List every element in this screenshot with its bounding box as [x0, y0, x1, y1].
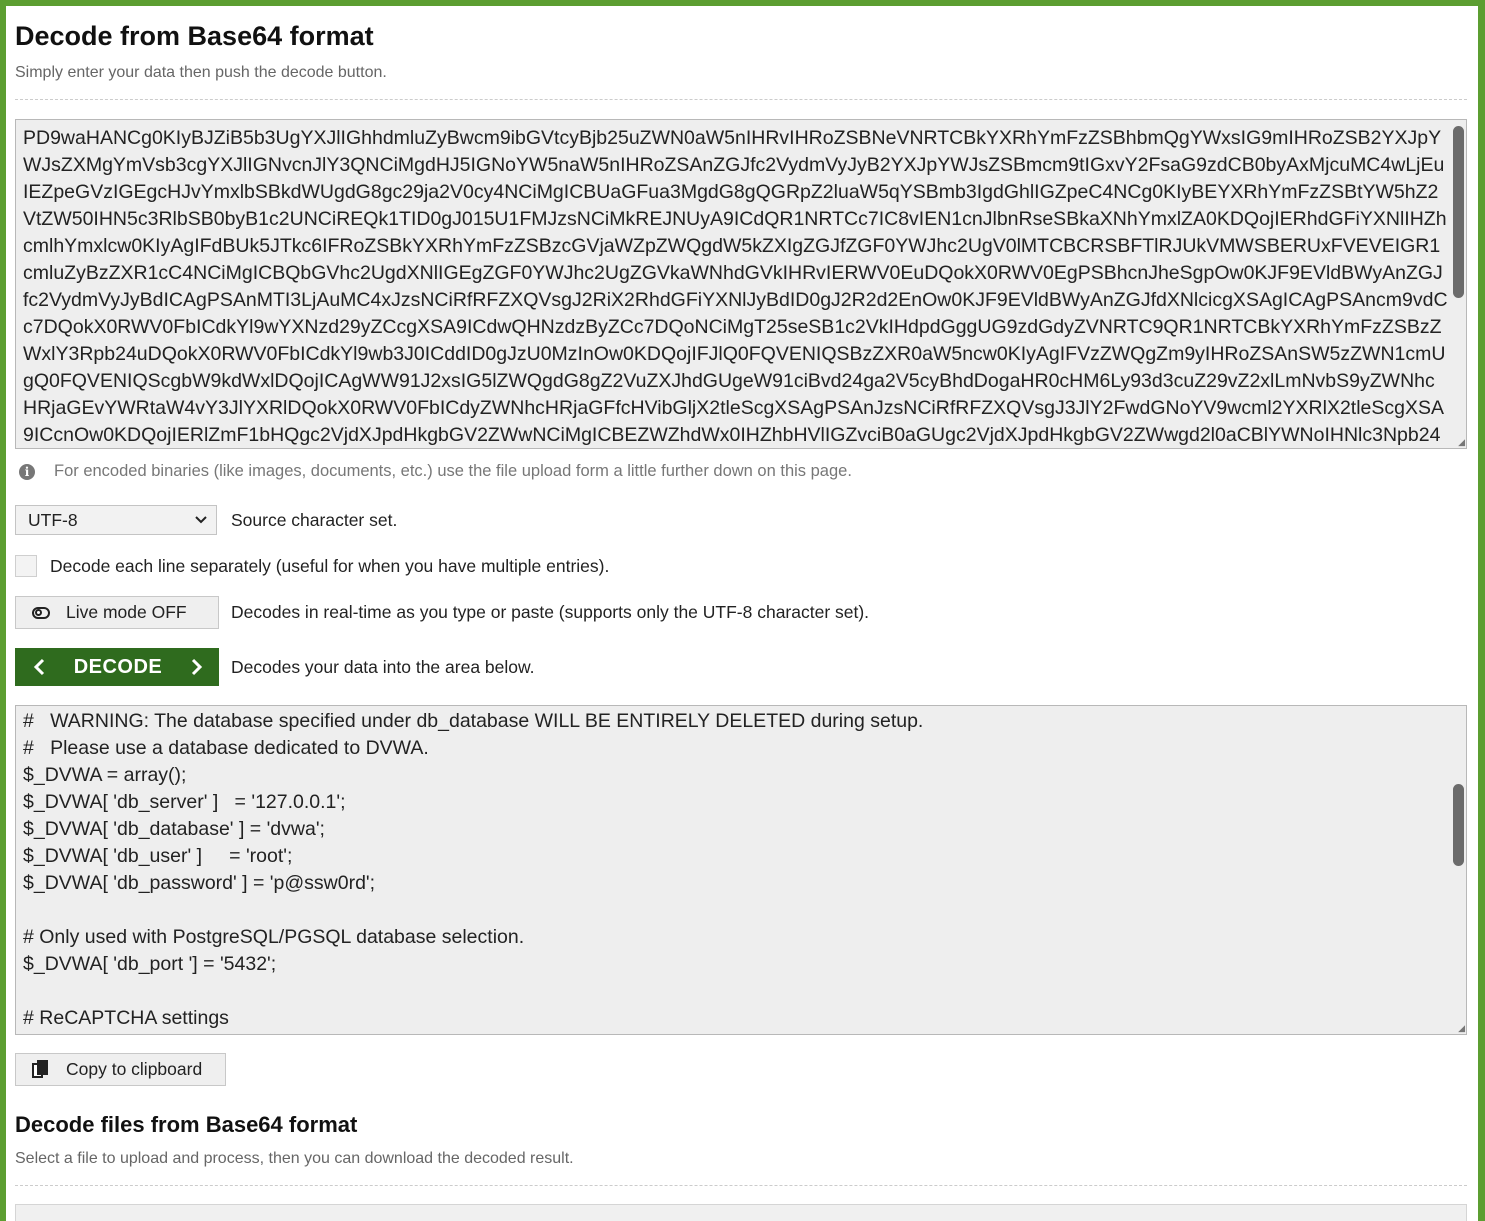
copy-to-clipboard-button[interactable]: Copy to clipboard — [15, 1053, 226, 1086]
page: Decode from Base64 format Simply enter y… — [6, 6, 1478, 1221]
decode-button-label: DECODE — [73, 655, 163, 678]
live-mode-button[interactable]: Live mode OFF — [15, 596, 219, 629]
output-scrollbar[interactable] — [1453, 784, 1464, 866]
info-note: i For encoded binaries (like images, doc… — [15, 462, 852, 481]
copy-button-label: Copy to clipboard — [66, 1059, 203, 1079]
live-mode-description: Decodes in real-time as you type or past… — [231, 602, 870, 622]
copy-icon — [32, 1059, 50, 1080]
resize-grip-icon[interactable]: ◢ — [1458, 1024, 1465, 1033]
output-text[interactable]: # WARNING: The database specified under … — [23, 708, 1443, 1032]
chevron-down-icon — [195, 516, 207, 524]
input-textarea[interactable]: PD9waHANCg0KIyBJZiB5b3UgYXJlIGhhdmluZyBw… — [15, 119, 1467, 449]
divider — [15, 99, 1467, 100]
each-line-row: Decode each line separately (useful for … — [15, 555, 609, 577]
charset-label: Source character set. — [231, 509, 398, 530]
input-text[interactable]: PD9waHANCg0KIyBJZiB5b3UgYXJlIGhhdmluZyBw… — [23, 125, 1448, 448]
toggle-icon — [32, 606, 50, 619]
files-section-title: Decode files from Base64 format — [15, 1112, 358, 1137]
charset-selected-value: UTF-8 — [28, 509, 78, 530]
file-upload-area[interactable] — [15, 1204, 1467, 1221]
chevron-left-icon — [33, 658, 45, 676]
decode-button[interactable]: DECODE — [15, 648, 219, 686]
charset-select[interactable]: UTF-8 — [15, 505, 217, 535]
decode-description: Decodes your data into the area below. — [231, 656, 535, 677]
info-note-text: For encoded binaries (like images, docum… — [54, 462, 852, 480]
divider — [15, 1185, 1467, 1186]
resize-grip-icon[interactable]: ◢ — [1458, 438, 1465, 447]
charset-row: UTF-8 Source character set. — [15, 505, 397, 535]
live-mode-row: Live mode OFF Decodes in real-time as yo… — [15, 596, 869, 629]
copy-row: Copy to clipboard — [15, 1053, 226, 1086]
input-scrollbar[interactable] — [1453, 126, 1464, 298]
decode-row: DECODE Decodes your data into the area b… — [15, 648, 535, 686]
page-title: Decode from Base64 format — [15, 21, 374, 51]
chevron-right-icon — [191, 658, 203, 676]
live-mode-button-label: Live mode OFF — [66, 602, 187, 622]
each-line-checkbox[interactable] — [15, 555, 37, 577]
output-textarea[interactable]: # WARNING: The database specified under … — [15, 705, 1467, 1035]
page-subtitle: Simply enter your data then push the dec… — [15, 64, 387, 81]
info-icon: i — [19, 463, 35, 480]
each-line-label[interactable]: Decode each line separately (useful for … — [50, 556, 609, 577]
files-section-subtitle: Select a file to upload and process, the… — [15, 1150, 574, 1167]
